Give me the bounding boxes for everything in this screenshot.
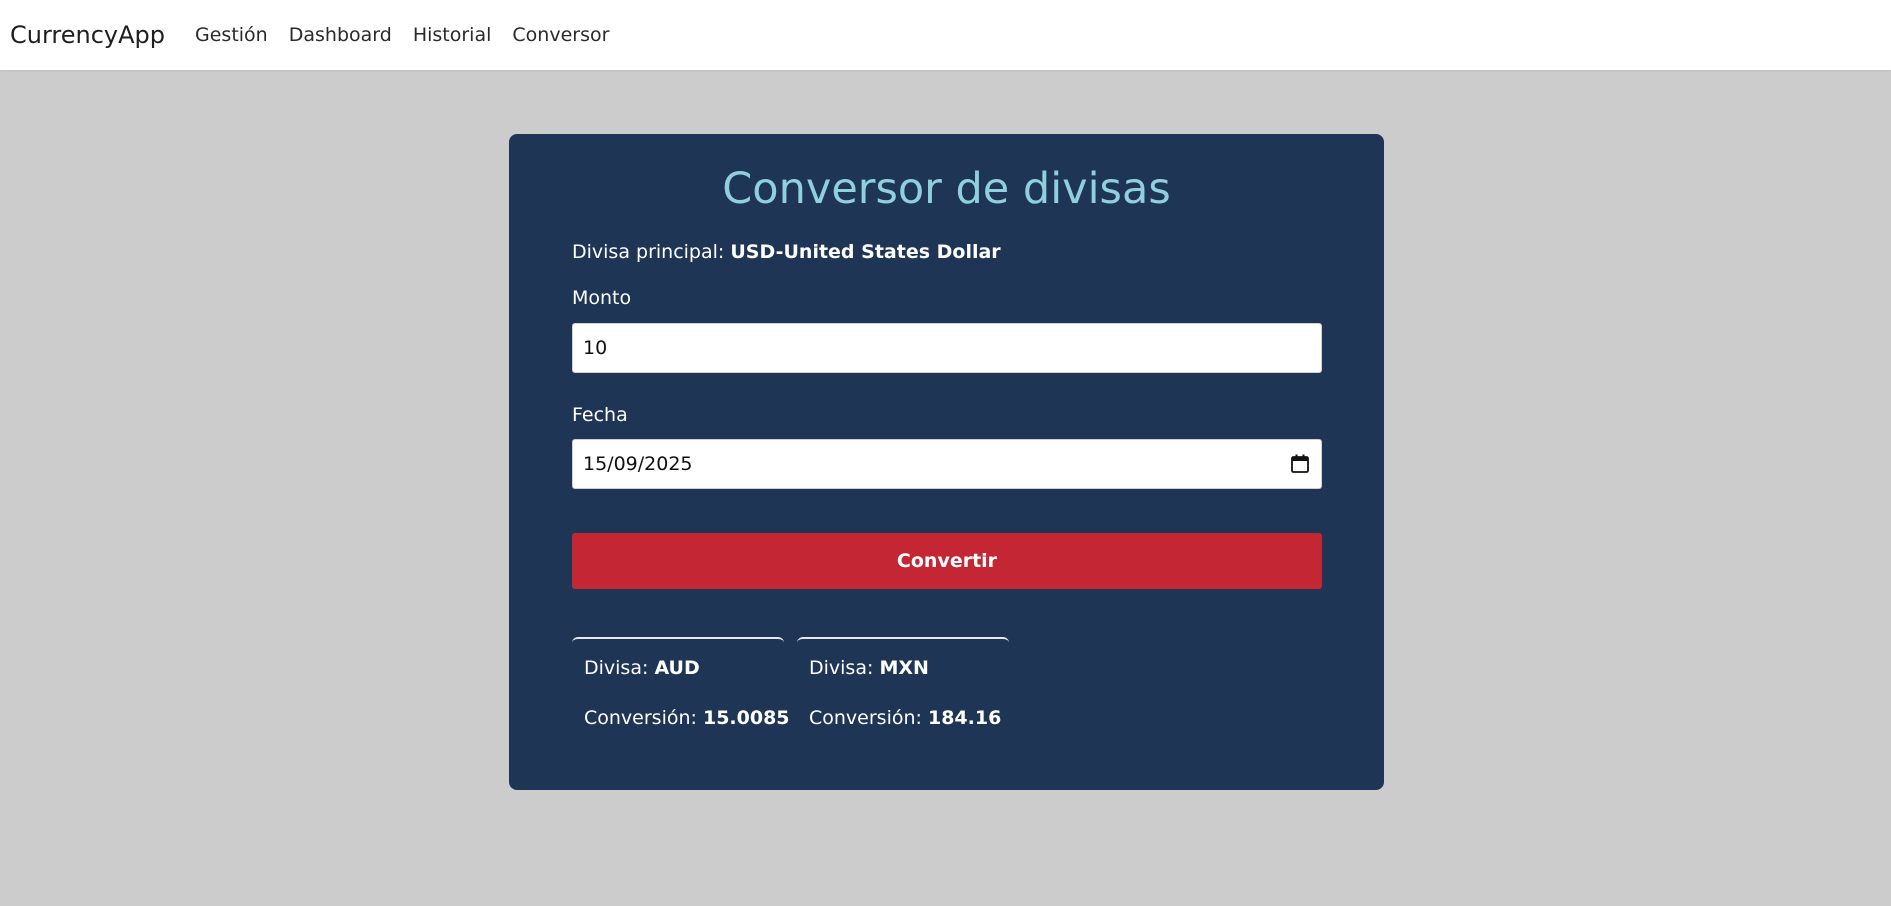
top-navbar: CurrencyApp Gestión Dashboard Historial …	[0, 0, 1891, 70]
nav-item-conversor[interactable]: Conversor	[512, 24, 609, 46]
result-currency-label: Divisa:	[809, 657, 874, 679]
result-currency-code: AUD	[654, 657, 700, 679]
date-input[interactable]: 15/09/2025	[572, 439, 1322, 489]
base-currency-line: Divisa principal: USD-United States Doll…	[572, 241, 1001, 263]
result-currency-line: Divisa: MXN	[809, 657, 929, 679]
result-conversion-line: Conversión: 15.0085	[584, 707, 790, 729]
brand-link[interactable]: CurrencyApp	[10, 21, 165, 49]
converter-card: Conversor de divisas Divisa principal: U…	[509, 134, 1384, 790]
calendar-icon[interactable]	[1291, 454, 1309, 473]
date-input-value: 15/09/2025	[583, 453, 693, 475]
result-conversion-label: Conversión:	[809, 707, 922, 729]
result-conversion-label: Conversión:	[584, 707, 697, 729]
result-currency-code: MXN	[879, 657, 929, 679]
base-currency-value: USD-United States Dollar	[730, 241, 1001, 263]
nav-item-historial[interactable]: Historial	[413, 24, 492, 46]
result-card-aud: Divisa: AUD Conversión: 15.0085	[572, 637, 790, 747]
date-label: Fecha	[572, 404, 628, 426]
amount-input-value: 10	[583, 337, 608, 359]
amount-label: Monto	[572, 287, 632, 309]
result-currency-line: Divisa: AUD	[584, 657, 700, 679]
result-conversion-value: 184.16	[927, 707, 1002, 729]
result-conversion-line: Conversión: 184.16	[809, 707, 1001, 729]
nav-item-gestion[interactable]: Gestión	[195, 24, 268, 46]
result-currency-label: Divisa:	[584, 657, 649, 679]
nav-item-dashboard[interactable]: Dashboard	[289, 24, 392, 46]
result-card-mxn: Divisa: MXN Conversión: 184.16	[797, 637, 1009, 747]
page-title: Conversor de divisas	[722, 164, 1171, 214]
result-conversion-value: 15.0085	[702, 707, 790, 729]
amount-input[interactable]: 10	[572, 323, 1322, 373]
base-currency-label: Divisa principal:	[572, 241, 725, 263]
convert-button[interactable]: Convertir	[572, 533, 1322, 589]
